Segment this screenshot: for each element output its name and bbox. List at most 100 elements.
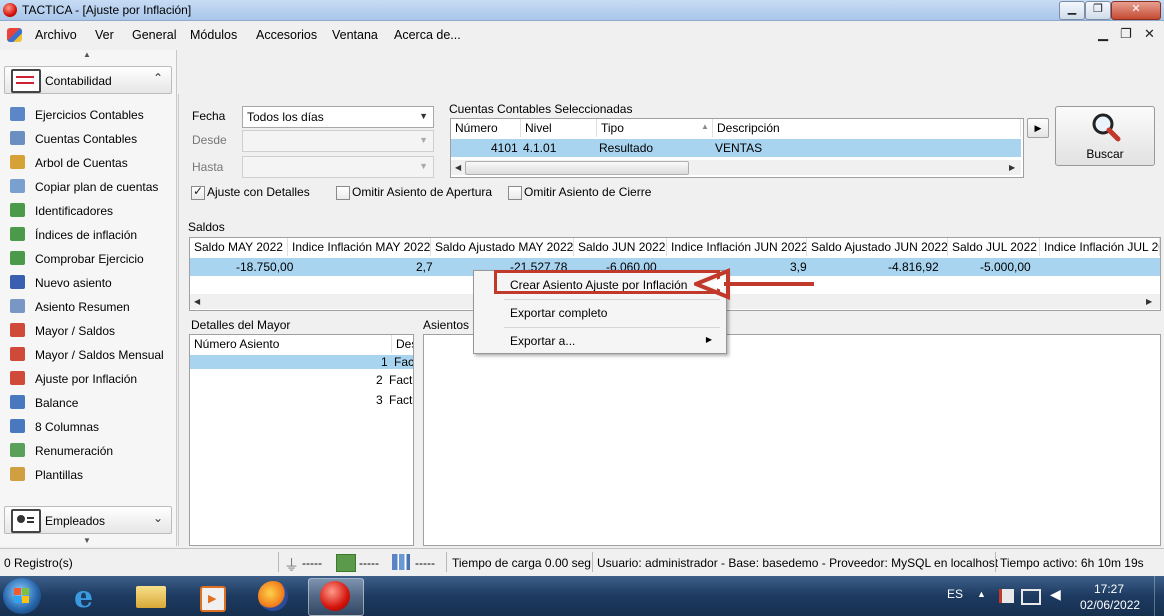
scroll-right-icon[interactable]: ▶: [1146, 297, 1152, 306]
col-header-numero[interactable]: Número: [451, 119, 521, 137]
accounts-icon: [10, 131, 25, 145]
col-header-ajustado-jun[interactable]: Saldo Ajustado JUN 2022: [807, 238, 948, 256]
sidebar-item-ejercicios-contables[interactable]: Ejercicios Contables: [10, 104, 170, 126]
sidebar-item-arbol-de-cuentas[interactable]: Arbol de Cuentas: [10, 152, 170, 174]
menu-modulos[interactable]: Módulos: [190, 28, 237, 42]
show-desktop-button[interactable]: [1154, 576, 1164, 616]
table-row[interactable]: 1 Fac: [190, 355, 413, 369]
taskbar-firefox[interactable]: [246, 578, 300, 614]
mdi-close-icon[interactable]: ✕: [1144, 26, 1155, 42]
sidebar-item-indices-de-inflacion[interactable]: Índices de inflación: [10, 224, 170, 246]
col-header-saldo-jun[interactable]: Saldo JUN 2022: [574, 238, 667, 256]
col-header-descripcion[interactable]: Descripción: [713, 119, 1021, 137]
sidebar-item-mayor-saldos[interactable]: Mayor / Saldos: [10, 320, 170, 342]
start-button[interactable]: [3, 578, 41, 614]
sidebar-item-8-columnas[interactable]: 8 Columnas: [10, 416, 170, 438]
taskbar-ie[interactable]: e: [62, 578, 116, 615]
sidebar-item-plantillas[interactable]: Plantillas: [10, 464, 170, 486]
minimize-button[interactable]: ▁: [1059, 1, 1085, 20]
col-header-tipo[interactable]: Tipo: [597, 119, 713, 137]
app-menu-icon[interactable]: [7, 28, 22, 42]
omitir-cierre-checkbox[interactable]: [508, 186, 522, 200]
cuentas-grid[interactable]: Número Nivel Tipo ▲ Descripción 4101 4.1…: [450, 118, 1024, 178]
taskbar-media[interactable]: ▶: [184, 578, 238, 614]
menu-acerca[interactable]: Acerca de...: [394, 28, 461, 42]
sidebar-scroll-up-icon[interactable]: ▲: [83, 50, 91, 59]
expand-arrow-button[interactable]: ▶: [1027, 118, 1049, 138]
omitir-apertura-label: Omitir Asiento de Apertura: [352, 185, 493, 199]
scroll-left-icon[interactable]: ◀: [194, 297, 200, 306]
sidebar-item-copiar-plan-de-cuentas[interactable]: Copiar plan de cuentas: [10, 176, 170, 198]
cell-numero-asiento: 2: [376, 373, 383, 387]
cuentas-hscroll[interactable]: ◀ ▶: [451, 160, 1021, 175]
network-icon[interactable]: [1021, 589, 1041, 605]
col-header-descripcion[interactable]: Des: [392, 335, 413, 353]
language-indicator[interactable]: ES: [947, 587, 963, 601]
index-icon: [10, 227, 25, 241]
sidebar-item-mayor-saldos-mensual[interactable]: Mayor / Saldos Mensual: [10, 344, 170, 366]
menu-ventana[interactable]: Ventana: [332, 28, 378, 42]
col-header-numero-asiento[interactable]: Número Asiento: [190, 335, 392, 353]
sidebar-item-renumeracion[interactable]: Renumeración: [10, 440, 170, 462]
scroll-right-icon[interactable]: ▶: [1009, 163, 1015, 172]
abacus-icon: [11, 69, 41, 93]
tray-expand-icon[interactable]: ▲: [977, 589, 986, 599]
cell-numero: 4101: [491, 141, 518, 155]
menu-accesorios[interactable]: Accesorios: [256, 28, 317, 42]
col-header-saldo-may[interactable]: Saldo MAY 2022: [190, 238, 288, 256]
sidebar-item-ajuste-por-inflacion[interactable]: Ajuste por Inflación: [10, 368, 170, 390]
sidebar-group-empleados[interactable]: Empleados ⌄: [4, 506, 172, 534]
maximize-button[interactable]: ❐: [1085, 1, 1111, 20]
col-header-ajustado-may[interactable]: Saldo Ajustado MAY 2022: [431, 238, 574, 256]
mdi-restore-icon[interactable]: ❐: [1120, 26, 1132, 42]
col-header-indice-may[interactable]: Indice Inflación MAY 2022: [288, 238, 431, 256]
taskbar-tactica[interactable]: [308, 578, 364, 616]
sidebar-item-balance[interactable]: Balance: [10, 392, 170, 414]
menu-item-label: Exportar a...: [510, 334, 576, 348]
sidebar-item-label: Identificadores: [35, 204, 114, 218]
sidebar-group-contabilidad[interactable]: Contabilidad ⌃: [4, 66, 172, 94]
chevron-up-icon: ⌃: [152, 71, 163, 85]
detalles-grid[interactable]: Número Asiento Des 1 Fac 2 Fact 3 Fact: [189, 334, 414, 546]
ledger-monthly-icon: [10, 347, 25, 361]
scroll-thumb[interactable]: [465, 161, 689, 175]
table-row[interactable]: 2 Fact: [190, 371, 413, 389]
asientos-grid[interactable]: [423, 334, 1161, 546]
action-center-icon[interactable]: [999, 589, 1014, 603]
clock-time[interactable]: 17:27: [1094, 582, 1124, 596]
menu-ver[interactable]: Ver: [95, 28, 114, 42]
ledger-icon: [10, 323, 25, 337]
col-header-nivel[interactable]: Nivel: [521, 119, 597, 137]
sidebar-scroll-down-icon[interactable]: ▼: [83, 536, 91, 545]
sidebar-item-label: Mayor / Saldos Mensual: [35, 348, 164, 362]
taskbar-explorer[interactable]: [124, 578, 178, 614]
col-header-indice-jun[interactable]: Indice Inflación JUN 2022: [667, 238, 807, 256]
menu-archivo[interactable]: Archivo: [35, 28, 77, 42]
close-button[interactable]: ✕: [1111, 1, 1161, 20]
fecha-select[interactable]: Todos los días ▼: [242, 106, 434, 128]
sidebar-item-asiento-resumen[interactable]: Asiento Resumen: [10, 296, 170, 318]
buscar-button[interactable]: Buscar: [1055, 106, 1155, 166]
menu-general[interactable]: General: [132, 28, 176, 42]
clock-date[interactable]: 02/06/2022: [1080, 598, 1140, 612]
desde-select[interactable]: ▼: [242, 130, 434, 152]
ajuste-detalles-checkbox[interactable]: ✓: [191, 184, 205, 200]
sidebar-item-cuentas-contables[interactable]: Cuentas Contables: [10, 128, 170, 150]
sidebar-item-comprobar-ejercicio[interactable]: Comprobar Ejercicio: [10, 248, 170, 270]
dropdown-arrow-icon: ▼: [419, 135, 428, 145]
submenu-arrow-icon: ▶: [705, 335, 712, 344]
col-header-saldo-jul[interactable]: Saldo JUL 2022: [948, 238, 1040, 256]
sidebar-item-identificadores[interactable]: Identificadores: [10, 200, 170, 222]
col-header-indice-jul[interactable]: Indice Inflación JUL 20: [1040, 238, 1160, 256]
omitir-apertura-checkbox[interactable]: [336, 186, 350, 200]
menu-item-exportar-a[interactable]: Exportar a... ▶: [476, 329, 722, 353]
scroll-left-icon[interactable]: ◀: [455, 163, 461, 172]
menu-item-exportar-completo[interactable]: Exportar completo: [476, 301, 722, 325]
hasta-select[interactable]: ▼: [242, 156, 434, 178]
mdi-minimize-icon[interactable]: ▁: [1098, 26, 1108, 42]
columns-icon: [10, 419, 25, 433]
table-row[interactable]: 4101 4.1.01 Resultado VENTAS: [451, 139, 1021, 157]
sidebar-item-nuevo-asiento[interactable]: Nuevo asiento: [10, 272, 170, 294]
volume-icon[interactable]: ◀: [1050, 586, 1061, 603]
table-row[interactable]: 3 Fact: [190, 391, 413, 409]
